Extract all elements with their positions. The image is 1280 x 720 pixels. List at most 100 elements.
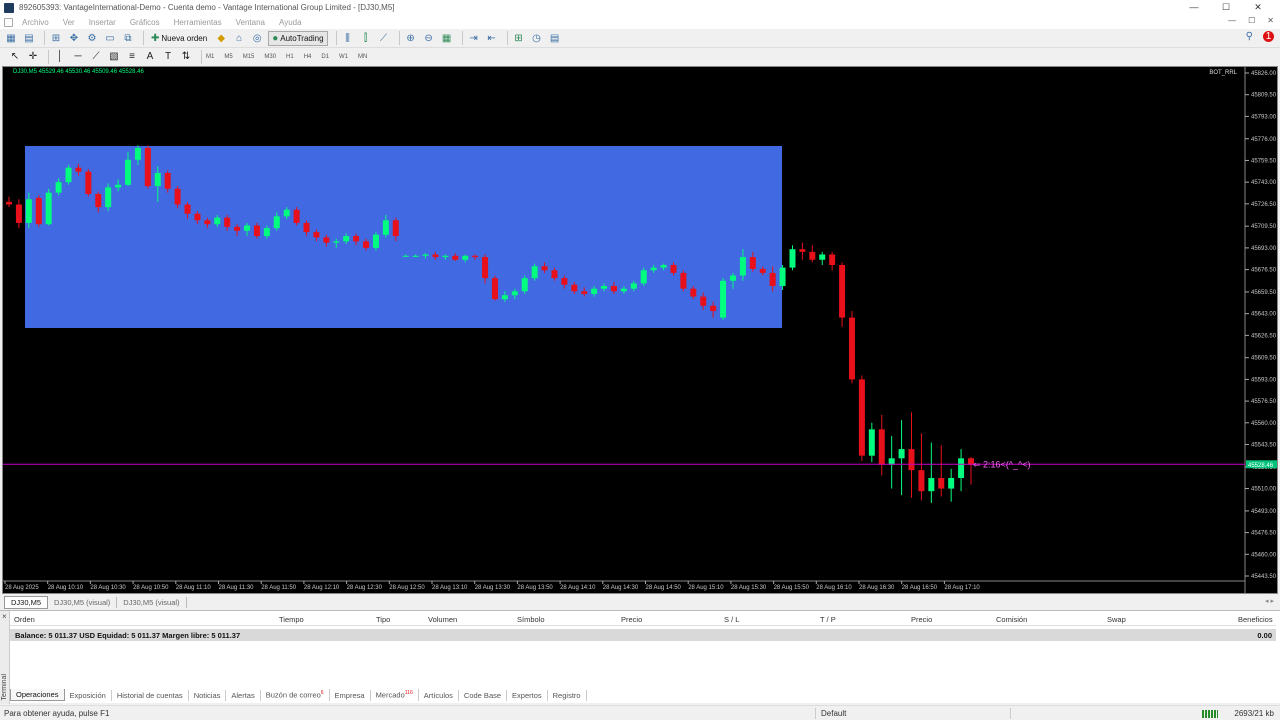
- terminal-close-icon[interactable]: ×: [2, 612, 7, 621]
- bearish-candle: [839, 264, 846, 318]
- strategy-tester-icon[interactable]: ⧉: [121, 32, 135, 45]
- tab-operaciones[interactable]: Operaciones: [10, 689, 65, 701]
- signals-icon[interactable]: ⌂: [232, 32, 246, 45]
- horizontal-line-icon[interactable]: ─: [71, 50, 85, 63]
- tab-scroll-arrows[interactable]: ◂ ▸: [1265, 597, 1274, 605]
- timeframe-m5[interactable]: M5: [224, 54, 232, 60]
- col-tiempo[interactable]: Tiempo: [279, 615, 304, 624]
- chart-tab-3[interactable]: DJ30,M5 (visual): [117, 597, 187, 608]
- autoscroll-icon[interactable]: ⇤: [485, 32, 499, 45]
- timeframe-m15[interactable]: M15: [243, 54, 255, 60]
- crosshair-icon[interactable]: ✛: [26, 50, 40, 63]
- fibonacci-icon[interactable]: ≡: [125, 50, 139, 63]
- col-comision[interactable]: Comisión: [996, 615, 1027, 624]
- timeframe-h1[interactable]: H1: [286, 54, 294, 60]
- menu-ver[interactable]: Ver: [63, 18, 75, 27]
- chart-tab-1[interactable]: DJ30,M5: [4, 596, 49, 609]
- terminal-tabs: Operaciones Exposición Historial de cuen…: [10, 688, 1276, 702]
- tile-windows-icon[interactable]: ▦: [440, 32, 454, 45]
- col-tipo[interactable]: Tipo: [376, 615, 390, 624]
- menu-ventana[interactable]: Ventana: [236, 18, 265, 27]
- bearish-candle: [15, 204, 22, 223]
- bearish-candle: [482, 257, 489, 279]
- tab-buzon[interactable]: Buzón de correo6: [261, 689, 330, 701]
- minimize-button[interactable]: —: [1178, 0, 1210, 15]
- timeframe-mn[interactable]: MN: [358, 54, 367, 60]
- tab-alertas[interactable]: Alertas: [226, 689, 261, 701]
- cursor-icon[interactable]: ↖: [8, 50, 22, 63]
- vertical-line-icon[interactable]: │: [53, 50, 67, 63]
- profiles-icon[interactable]: ▤: [22, 32, 36, 45]
- chart-minimize-button[interactable]: —: [1228, 16, 1236, 25]
- col-orden[interactable]: Orden: [14, 615, 35, 624]
- tab-empresa[interactable]: Empresa: [330, 689, 371, 701]
- terminal-icon[interactable]: ▭: [103, 32, 117, 45]
- menu-herramientas[interactable]: Herramientas: [174, 18, 222, 27]
- tab-code-base[interactable]: Code Base: [459, 689, 508, 701]
- balance-row[interactable]: Balance: 5 011.37 USD Equidad: 5 011.37 …: [10, 629, 1276, 641]
- search-icon[interactable]: ⚲: [1246, 31, 1253, 42]
- menu-graficos[interactable]: Gráficos: [130, 18, 160, 27]
- notifications-icon[interactable]: 1: [1263, 31, 1274, 42]
- timeframe-m30[interactable]: M30: [264, 54, 276, 60]
- bar-countdown-label: ⇐ 2:16<(^_^<): [973, 459, 1031, 469]
- candlestick-icon[interactable]: ⫿: [359, 32, 373, 45]
- maximize-button[interactable]: ☐: [1210, 0, 1242, 15]
- indicators-icon[interactable]: ⊞: [512, 32, 526, 45]
- col-precio[interactable]: Precio: [621, 615, 642, 624]
- menu-insertar[interactable]: Insertar: [89, 18, 116, 27]
- col-simbolo[interactable]: Símbolo: [517, 615, 545, 624]
- market-watch-icon[interactable]: ⊞: [49, 32, 63, 45]
- terminal-sidebar: × Terminal: [0, 611, 10, 704]
- line-chart-icon[interactable]: ⟋: [377, 32, 391, 45]
- close-button[interactable]: ✕: [1242, 0, 1274, 15]
- timeframe-w1[interactable]: W1: [339, 54, 348, 60]
- col-tp[interactable]: T / P: [820, 615, 836, 624]
- data-window-icon[interactable]: ✥: [67, 32, 81, 45]
- periods-icon[interactable]: ◷: [530, 32, 544, 45]
- zoom-in-icon[interactable]: ⊕: [404, 32, 418, 45]
- new-chart-icon[interactable]: ▦: [4, 32, 18, 45]
- zoom-out-icon[interactable]: ⊖: [422, 32, 436, 45]
- templates-icon[interactable]: ▤: [548, 32, 562, 45]
- timeframe-d1[interactable]: D1: [321, 54, 329, 60]
- time-tick-label: 28 Aug 14:10: [560, 585, 596, 591]
- time-tick-label: 28 Aug 13:10: [432, 585, 468, 591]
- bar-chart-icon[interactable]: ⫼: [341, 32, 355, 45]
- chart-shift-icon[interactable]: ⇥: [467, 32, 481, 45]
- menu-ayuda[interactable]: Ayuda: [279, 18, 302, 27]
- time-tick-label: 28 Aug 13:50: [517, 585, 553, 591]
- text-label-icon[interactable]: T: [161, 50, 175, 63]
- tab-expertos[interactable]: Expertos: [507, 689, 548, 701]
- trendline-icon[interactable]: ⟋: [89, 50, 103, 63]
- autotrading-button[interactable]: ● AutoTrading: [268, 30, 328, 46]
- chart-close-button[interactable]: ✕: [1267, 16, 1274, 25]
- tab-exposicion[interactable]: Exposición: [65, 689, 112, 701]
- menu-archivo[interactable]: Archivo: [22, 18, 49, 27]
- navigator-icon[interactable]: ⚙: [85, 32, 99, 45]
- tab-mercado[interactable]: Mercado116: [371, 689, 419, 701]
- bullish-candle: [729, 275, 736, 281]
- equidistant-channel-icon[interactable]: ▧: [107, 50, 121, 63]
- chart-tab-2[interactable]: DJ30,M5 (visual): [48, 597, 118, 608]
- col-beneficios[interactable]: Beneficios: [1238, 615, 1273, 624]
- tab-registro[interactable]: Registro: [548, 689, 587, 701]
- price-tick-label: 45826.00: [1251, 71, 1277, 77]
- tab-articulos[interactable]: Artículos: [419, 689, 459, 701]
- chart-canvas[interactable]: 45826.00 45809.50 45793.00 45776.00 45759.50…: [3, 67, 1277, 593]
- col-sl[interactable]: S / L: [724, 615, 739, 624]
- text-icon[interactable]: A: [143, 50, 157, 63]
- arrows-icon[interactable]: ⇅: [179, 50, 193, 63]
- metaeditor-icon[interactable]: ◆: [214, 32, 228, 45]
- new-order-button[interactable]: ✚ Nueva orden: [148, 31, 210, 46]
- col-swap[interactable]: Swap: [1107, 615, 1126, 624]
- timeframe-h4[interactable]: H4: [304, 54, 312, 60]
- chart-restore-button[interactable]: ☐: [1248, 16, 1255, 25]
- tab-historial[interactable]: Historial de cuentas: [112, 689, 189, 701]
- col-volumen[interactable]: Volumen: [428, 615, 457, 624]
- vps-icon[interactable]: ◎: [250, 32, 264, 45]
- price-chart[interactable]: 45826.00 45809.50 45793.00 45776.00 45759.50…: [2, 66, 1278, 594]
- timeframe-m1[interactable]: M1: [206, 54, 214, 60]
- tab-noticias[interactable]: Noticias: [189, 689, 227, 701]
- col-precio-actual[interactable]: Precio: [911, 615, 932, 624]
